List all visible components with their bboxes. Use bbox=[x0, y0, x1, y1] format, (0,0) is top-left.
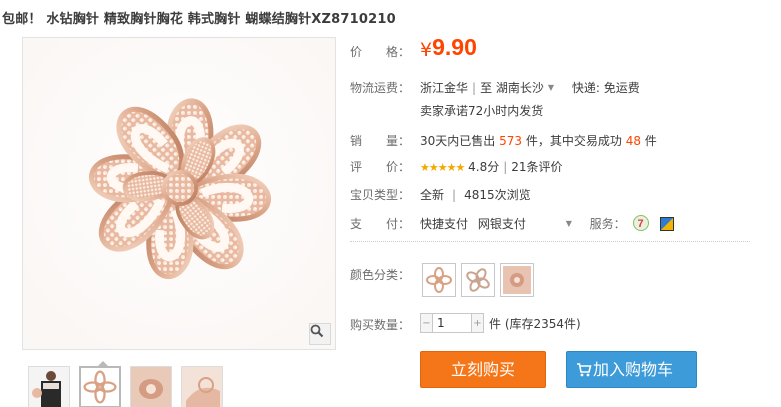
price-row: 价 格： ¥9.90 bbox=[350, 34, 477, 61]
brooch-illustration bbox=[23, 38, 335, 349]
ship-to-prefix: 至 bbox=[480, 81, 493, 95]
shipping-row: 物流运费： 浙江金华 | 至 湖南长沙 ▼ 快递: 免运费 bbox=[350, 81, 640, 95]
product-info-panel: 价 格： ¥9.90 物流运费： 浙江金华 | 至 湖南长沙 ▼ 快递: 免运费 卖家… bbox=[350, 0, 781, 407]
thumbnail-hand[interactable] bbox=[181, 366, 223, 407]
quantity-stepper: − + 件 (库存2354件) bbox=[420, 313, 581, 333]
color-swatch-2[interactable] bbox=[461, 263, 495, 297]
shipping-promise: 卖家承诺72小时内发货 bbox=[420, 104, 544, 118]
main-product-image[interactable] bbox=[22, 37, 336, 350]
buy-now-button[interactable]: 立刻购买 bbox=[420, 351, 546, 388]
sales-prefix: 30天内已售出 bbox=[420, 134, 496, 148]
zoom-icon bbox=[310, 324, 324, 338]
review-count-link[interactable]: 21条评价 bbox=[511, 160, 562, 174]
service-label: 服务： bbox=[589, 217, 626, 231]
sales-mid: 件，其中交易成功 bbox=[525, 134, 622, 148]
payment-label: 支 付： bbox=[350, 217, 411, 231]
color-swatches bbox=[422, 263, 534, 297]
payment-dropdown-icon[interactable]: ▼ bbox=[566, 219, 572, 228]
svg-text:7: 7 bbox=[637, 218, 643, 230]
stock-info: 件 (库存2354件) bbox=[489, 316, 581, 331]
shield-icon[interactable] bbox=[660, 217, 675, 234]
add-to-cart-button[interactable]: 加入购物车 bbox=[566, 351, 697, 388]
sales-success-count: 48 bbox=[625, 134, 641, 148]
payment-method-bank: 网银支付 bbox=[477, 217, 526, 231]
ship-to-select[interactable]: 湖南长沙 ▼ bbox=[496, 81, 554, 95]
price-label: 价 格： bbox=[350, 45, 411, 59]
thumbnail-worn[interactable] bbox=[130, 366, 172, 407]
thumbnail-model[interactable] bbox=[28, 366, 70, 407]
shipping-fee: 快递: 免运费 bbox=[571, 81, 640, 95]
color-label: 颜色分类： bbox=[350, 268, 411, 282]
thumbnail-strip bbox=[28, 366, 223, 407]
ship-from: 浙江金华 bbox=[420, 81, 469, 95]
condition: 全新 bbox=[420, 188, 445, 202]
add-to-cart-label: 加入购物车 bbox=[593, 360, 674, 379]
rating-label: 评 价： bbox=[350, 160, 411, 174]
price-value: 9.90 bbox=[432, 34, 477, 60]
quantity-decrease-button[interactable]: − bbox=[420, 313, 432, 333]
shipping-label: 物流运费： bbox=[350, 81, 411, 95]
sales-label: 销 量： bbox=[350, 134, 411, 148]
product-title: 包邮！ 水钻胸针 精致胸针胸花 韩式胸针 蝴蝶结胸针XZ8710210 bbox=[2, 12, 396, 27]
currency-symbol: ¥ bbox=[420, 39, 433, 61]
quantity-label: 购买数量： bbox=[350, 318, 411, 332]
type-label: 宝贝类型： bbox=[350, 188, 411, 202]
quantity-input[interactable] bbox=[432, 313, 472, 333]
color-swatch-3[interactable] bbox=[500, 263, 534, 297]
sales-count: 573 bbox=[499, 134, 523, 148]
ship-to: 湖南长沙 bbox=[495, 81, 544, 95]
sales-suffix: 件 bbox=[644, 134, 657, 148]
dropdown-icon: ▼ bbox=[547, 83, 555, 92]
cart-icon bbox=[577, 363, 592, 377]
color-row: 颜色分类： bbox=[350, 266, 410, 283]
thumbnail-brooch[interactable] bbox=[79, 366, 121, 407]
payment-method-quick: 快捷支付 bbox=[420, 217, 469, 231]
sales-row: 销 量： 30天内已售出 573 件，其中交易成功 48 件 bbox=[350, 132, 657, 149]
payment-row: 支 付： 快捷支付 网银支付 ▼ 服务： 7 bbox=[350, 215, 675, 232]
info-divider bbox=[350, 241, 750, 242]
type-row: 宝贝类型： 全新 | 4815次浏览 bbox=[350, 188, 531, 202]
view-count: 4815次浏览 bbox=[464, 188, 531, 202]
rating-score: 4.8分 bbox=[468, 160, 500, 174]
quantity-row: 购买数量： bbox=[350, 316, 410, 333]
color-swatch-1[interactable] bbox=[422, 263, 456, 297]
rating-stars: ★★★★★ bbox=[420, 161, 465, 174]
zoom-button[interactable] bbox=[309, 323, 331, 345]
quantity-increase-button[interactable]: + bbox=[472, 313, 484, 333]
seven-day-icon[interactable]: 7 bbox=[632, 215, 649, 234]
rating-row: 评 价： ★★★★★ 4.8分 | 21条评价 bbox=[350, 160, 563, 174]
